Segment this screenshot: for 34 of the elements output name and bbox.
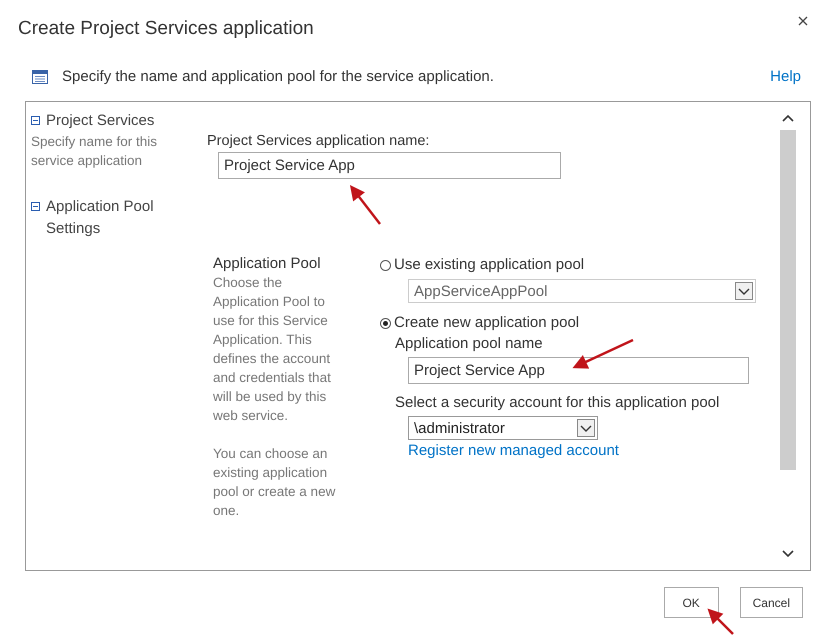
field-label: Application pool name <box>395 334 543 354</box>
scroll-up-icon[interactable] <box>782 114 794 122</box>
dialog-title: Create Project Services application <box>18 17 314 40</box>
radio-button[interactable] <box>380 260 391 270</box>
group-description: You can choose an existing application pool or create a new one. <box>213 445 336 520</box>
collapse-icon[interactable] <box>31 116 40 125</box>
group-heading: Application Pool <box>213 255 322 272</box>
annotation-arrow <box>350 185 381 225</box>
field-label: Select a security account for this application pool <box>395 393 720 413</box>
field-label: Project Services application name: <box>207 133 430 149</box>
dropdown[interactable]: \administrator <box>408 416 598 440</box>
annotation-arrow <box>572 338 634 369</box>
caret-icon <box>735 282 753 300</box>
annotation-arrow <box>707 608 734 635</box>
scrollbar-thumb[interactable] <box>780 130 796 470</box>
register-link[interactable]: Register new managed account <box>408 440 619 462</box>
close-icon[interactable] <box>798 16 808 26</box>
radio-label: Create new application pool <box>394 313 580 333</box>
group-description: Choose the Application Pool to use for this Service Application. This defines the account and credentials that will be used by this web service. <box>213 274 332 425</box>
collapse-icon[interactable] <box>31 202 40 211</box>
radio-button[interactable] <box>380 318 391 328</box>
help-link[interactable]: Help <box>770 68 801 85</box>
input-field[interactable]: Project Service App <box>218 152 561 179</box>
section-heading: Project Services <box>46 111 154 131</box>
dialog-button[interactable]: OK <box>664 587 719 618</box>
dialog-button[interactable]: Cancel <box>740 587 803 618</box>
radio-label: Use existing application pool <box>394 255 584 275</box>
scroll-down-icon[interactable] <box>782 550 794 558</box>
list-icon <box>32 70 48 84</box>
input-field[interactable]: Project Service App <box>408 357 749 384</box>
section-heading: Application Pool Settings <box>46 197 155 239</box>
header-text: Specify the name and application pool for the service application. <box>62 68 495 85</box>
caret-icon <box>577 419 595 437</box>
section-description: Specify name for this service application <box>31 133 158 170</box>
